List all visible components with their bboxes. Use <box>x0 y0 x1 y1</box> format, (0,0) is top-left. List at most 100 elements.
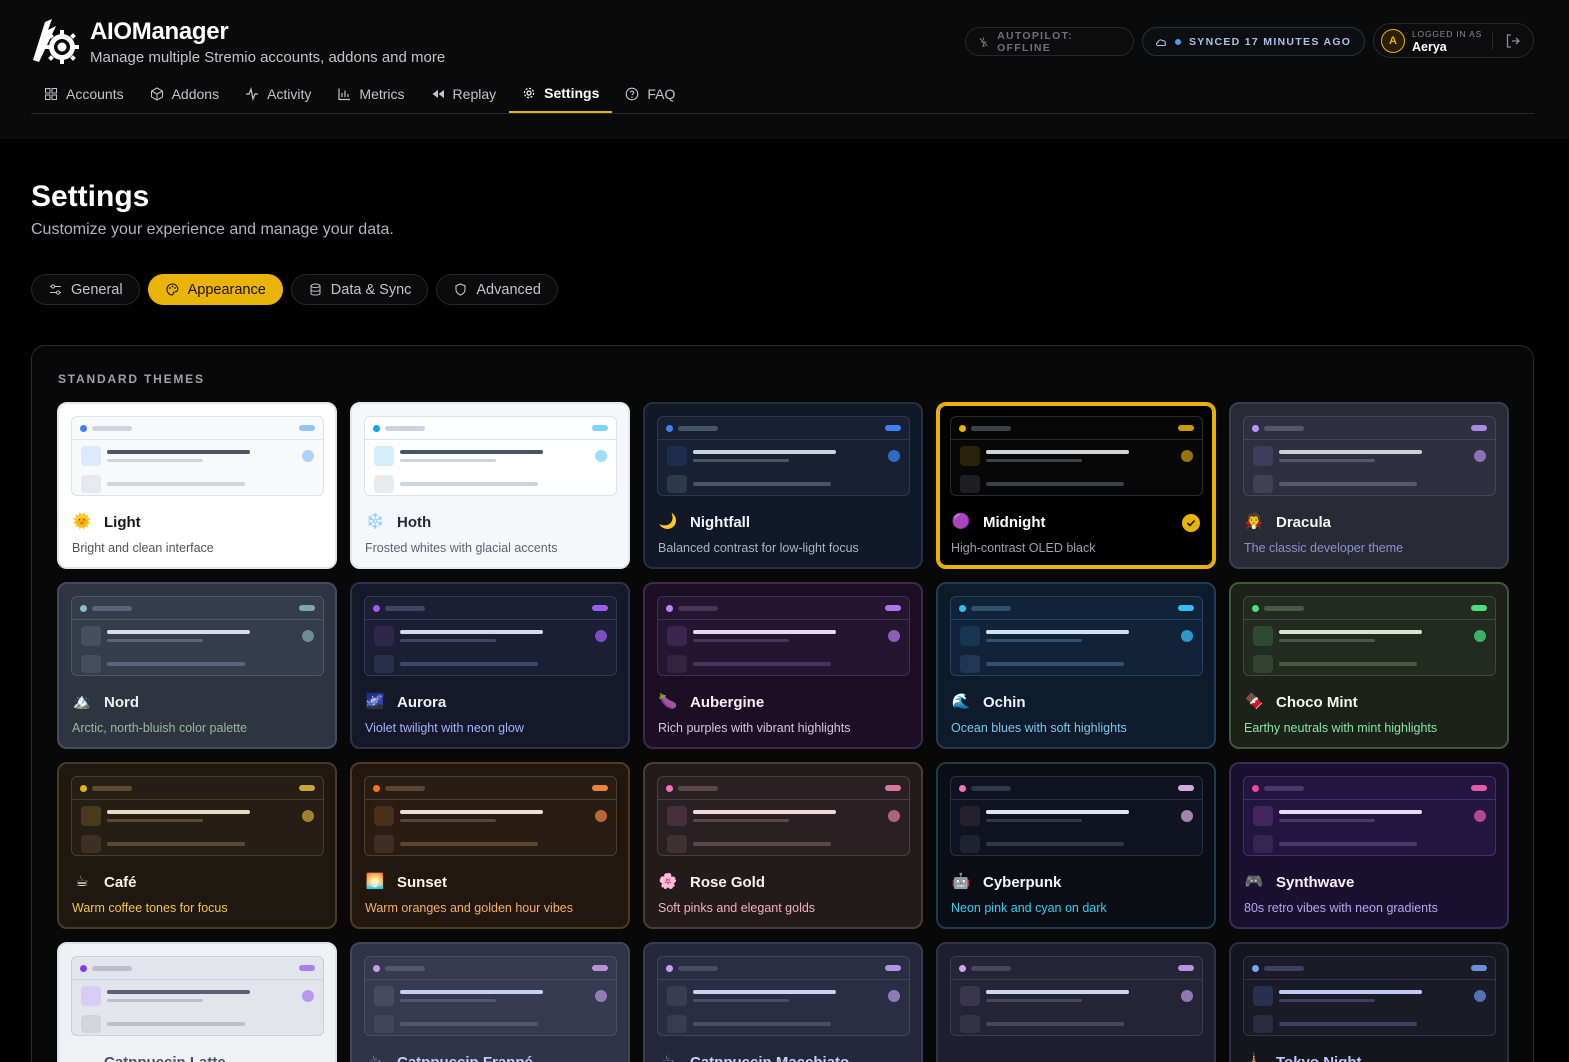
tab-general[interactable]: General <box>31 274 140 305</box>
theme-card-rose-gold[interactable]: 🌸 Rose Gold Soft pinks and elegant golds <box>643 762 923 929</box>
sync-status-badge[interactable]: SYNCED 17 MINUTES AGO <box>1142 27 1365 56</box>
preview-circle <box>888 450 900 462</box>
plane-off-icon <box>979 36 988 47</box>
tab-data-sync[interactable]: Data & Sync <box>290 274 429 305</box>
preview-pill <box>299 425 315 431</box>
nav-item-addons[interactable]: Addons <box>137 75 232 113</box>
preview-dot <box>959 965 966 972</box>
theme-preview <box>71 956 324 1036</box>
preview-pill <box>1471 425 1487 431</box>
preview-square <box>667 835 687 853</box>
preview-title-bar <box>385 606 425 611</box>
preview-line-accent <box>107 999 203 1002</box>
preview-line <box>1279 450 1422 454</box>
theme-preview <box>657 416 910 496</box>
theme-card-light[interactable]: 🌞 Light Bright and clean interface <box>57 402 337 569</box>
preview-line-muted <box>107 662 245 666</box>
theme-name: Aurora <box>397 694 447 711</box>
preview-line-muted <box>1279 482 1417 486</box>
preview-icon-square <box>960 626 980 646</box>
nav-item-accounts[interactable]: Accounts <box>31 75 137 113</box>
tab-appearance[interactable]: Appearance <box>147 274 283 305</box>
theme-card-catppuccin-latte[interactable]: ☕ Catppuccin Latte <box>57 942 337 1062</box>
tab-advanced[interactable]: Advanced <box>436 274 558 305</box>
theme-card-ochin[interactable]: 🌊 Ochin Ocean blues with soft highlights <box>936 582 1216 749</box>
preview-circle <box>595 630 607 642</box>
theme-name: Hoth <box>397 514 432 531</box>
theme-description: Balanced contrast for low-light focus <box>658 541 859 555</box>
user-menu[interactable]: A LOGGED IN AS Aerya <box>1373 23 1534 58</box>
theme-card-synthwave[interactable]: 🎮 Synthwave 80s retro vibes with neon gr… <box>1229 762 1509 929</box>
nav-label: Metrics <box>359 86 405 102</box>
theme-card-cyberpunk[interactable]: 🤖 Cyberpunk Neon pink and cyan on dark <box>936 762 1216 929</box>
theme-card-nightfall[interactable]: 🌙 Nightfall Balanced contrast for low-li… <box>643 402 923 569</box>
database-icon <box>310 283 321 296</box>
preview-line-muted <box>1279 842 1417 846</box>
tab-label: Advanced <box>476 281 541 298</box>
autopilot-status-badge[interactable]: AUTOPILOT: OFFLINE <box>965 27 1134 56</box>
preview-icon-square <box>81 986 101 1006</box>
nav-item-faq[interactable]: FAQ <box>612 75 688 113</box>
preview-icon-square <box>374 626 394 646</box>
preview-line-accent <box>1279 639 1375 642</box>
preview-divider <box>658 619 909 620</box>
preview-line <box>1279 630 1422 634</box>
theme-name: Light <box>104 514 141 531</box>
preview-divider <box>951 799 1202 800</box>
theme-card-theme[interactable] <box>936 942 1216 1062</box>
theme-card-nord[interactable]: 🏔️ Nord Arctic, north-bluish color palet… <box>57 582 337 749</box>
preview-square <box>81 835 101 853</box>
nav-label: Addons <box>171 86 220 102</box>
nav-item-activity[interactable]: Activity <box>232 75 324 113</box>
preview-circle <box>888 990 900 1002</box>
theme-card-midnight[interactable]: 🟣 Midnight High-contrast OLED black <box>936 402 1216 569</box>
theme-emoji-icon: 🌅 <box>365 873 385 890</box>
theme-name: Ochin <box>983 694 1026 711</box>
preview-dot <box>959 425 966 432</box>
preview-pill <box>885 785 901 791</box>
theme-card-aurora[interactable]: 🌌 Aurora Violet twilight with neon glow <box>350 582 630 749</box>
theme-emoji-icon: 🎮 <box>1244 873 1264 890</box>
theme-name: Café <box>104 874 137 891</box>
preview-title-bar <box>1264 426 1304 431</box>
preview-line <box>693 630 836 634</box>
preview-line-muted <box>693 482 831 486</box>
logout-icon[interactable] <box>1504 32 1522 50</box>
preview-divider <box>365 979 616 980</box>
preview-dot <box>1252 785 1259 792</box>
preview-title-bar <box>1264 606 1304 611</box>
preview-line-muted <box>986 1022 1124 1026</box>
palette-icon <box>166 283 178 296</box>
theme-card-aubergine[interactable]: 🍆 Aubergine Rich purples with vibrant hi… <box>643 582 923 749</box>
preview-square <box>374 835 394 853</box>
nav-item-metrics[interactable]: Metrics <box>324 75 417 113</box>
theme-card-catppuccin-macchiato[interactable]: ☕ Catppuccin Macchiato <box>643 942 923 1062</box>
preview-dot <box>373 785 380 792</box>
theme-name: Catppuccin Frappé <box>397 1054 533 1062</box>
theme-name: Choco Mint <box>1276 694 1358 711</box>
preview-line <box>693 810 836 814</box>
preview-line-muted <box>1279 662 1417 666</box>
preview-divider <box>951 439 1202 440</box>
theme-card-sunset[interactable]: 🌅 Sunset Warm oranges and golden hour vi… <box>350 762 630 929</box>
nav-item-settings[interactable]: Settings <box>509 75 613 113</box>
theme-card-caf[interactable]: ☕ Café Warm coffee tones for focus <box>57 762 337 929</box>
preview-icon-square <box>667 986 687 1006</box>
preview-circle <box>1474 450 1486 462</box>
theme-name: Dracula <box>1276 514 1332 531</box>
theme-card-catppuccin-frapp[interactable]: ☕ Catppuccin Frappé <box>350 942 630 1062</box>
preview-divider <box>72 619 323 620</box>
theme-card-tokyo-night[interactable]: 🗼 Tokyo Night <box>1229 942 1509 1062</box>
preview-square <box>1253 655 1273 673</box>
theme-card-dracula[interactable]: 🧛 Dracula The classic developer theme <box>1229 402 1509 569</box>
theme-card-choco-mint[interactable]: 🍫 Choco Mint Earthy neutrals with mint h… <box>1229 582 1509 749</box>
themes-panel: STANDARD THEMES 🌞 Light Bright and clean… <box>31 345 1534 1062</box>
preview-icon-square <box>81 806 101 826</box>
nav-item-replay[interactable]: Replay <box>418 75 510 113</box>
theme-card-hoth[interactable]: ❄️ Hoth Frosted whites with glacial acce… <box>350 402 630 569</box>
preview-title-bar <box>92 786 132 791</box>
rewind-icon <box>432 90 444 98</box>
theme-preview <box>950 776 1203 856</box>
theme-emoji-icon: 🌊 <box>951 693 971 710</box>
app-subtitle: Manage multiple Stremio accounts, addons… <box>90 49 446 66</box>
